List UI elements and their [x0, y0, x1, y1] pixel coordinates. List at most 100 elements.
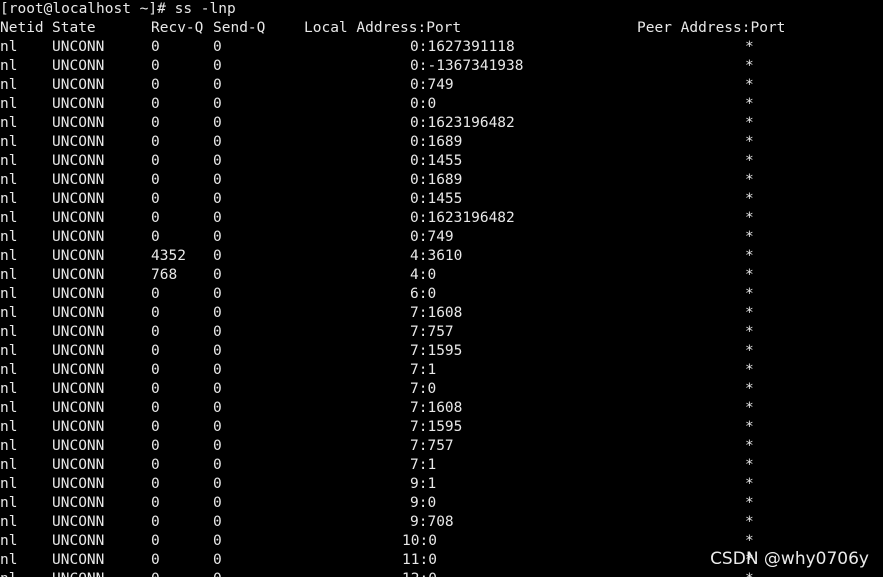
peer-address-cell: *: [745, 286, 754, 302]
sendq-cell: 0: [213, 248, 222, 264]
recvq-cell: 4352: [151, 248, 186, 264]
table-row: nl UNCONN 0 0 7:757 *: [0, 323, 883, 342]
recvq-cell: 0: [151, 381, 160, 397]
netid-cell: nl: [0, 533, 18, 549]
peer-address-cell: *: [745, 381, 754, 397]
local-address-cell: 7:757: [410, 438, 454, 454]
recvq-cell: 0: [151, 96, 160, 112]
table-row: nl UNCONN 0 0 9:0 *: [0, 494, 883, 513]
netid-cell: nl: [0, 210, 18, 226]
local-address-cell: 4:0: [410, 267, 437, 283]
state-cell: UNCONN: [52, 248, 105, 264]
local-address-cell: 0:1455: [410, 191, 463, 207]
sendq-cell: 0: [213, 457, 222, 473]
table-row: nl UNCONN 4352 0 4:3610 *: [0, 247, 883, 266]
state-cell: UNCONN: [52, 438, 105, 454]
peer-address-cell: *: [745, 438, 754, 454]
netid-cell: nl: [0, 96, 18, 112]
state-cell: UNCONN: [52, 400, 105, 416]
netid-cell: nl: [0, 570, 17, 577]
recvq-cell: 0: [151, 570, 160, 577]
netid-cell: nl: [0, 191, 18, 207]
state-cell: UNCONN: [52, 552, 105, 568]
recvq-cell: 0: [151, 172, 160, 188]
sendq-cell: 0: [213, 514, 222, 530]
recvq-cell: 0: [151, 229, 160, 245]
table-row: nl UNCONN 0 0 7:1595 *: [0, 342, 883, 361]
sendq-cell: 0: [213, 324, 222, 340]
peer-address-cell: *: [745, 305, 754, 321]
peer-address-cell: *: [745, 134, 754, 150]
peer-address-cell: *: [745, 400, 754, 416]
netid-cell: nl: [0, 457, 18, 473]
netid-cell: nl: [0, 343, 18, 359]
local-address-cell: 12:0: [402, 570, 437, 577]
state-cell: UNCONN: [52, 58, 105, 74]
state-cell: UNCONN: [52, 457, 105, 473]
sendq-cell: 0: [213, 172, 222, 188]
recvq-cell: 0: [151, 191, 160, 207]
netid-cell: nl: [0, 381, 18, 397]
local-address-cell: 0:749: [410, 77, 454, 93]
sendq-cell: 0: [213, 191, 222, 207]
local-address-cell: 0:749: [410, 229, 454, 245]
sendq-cell: 0: [213, 229, 222, 245]
terminal-window[interactable]: [root@localhost ~]# ss -lnp Netid State …: [0, 0, 883, 577]
netid-cell: nl: [0, 153, 18, 169]
sendq-cell: 0: [213, 419, 222, 435]
netid-cell: nl: [0, 172, 18, 188]
recvq-cell: 0: [151, 58, 160, 74]
netid-cell: nl: [0, 229, 18, 245]
sendq-cell: 0: [213, 343, 222, 359]
table-row: nl UNCONN 0 0 7:1608 *: [0, 304, 883, 323]
local-address-cell: 7:1: [410, 362, 437, 378]
state-cell: UNCONN: [52, 514, 105, 530]
sendq-cell: 0: [213, 210, 222, 226]
netid-cell: nl: [0, 267, 18, 283]
peer-address-cell: *: [745, 172, 754, 188]
recvq-cell: 0: [151, 305, 160, 321]
local-address-cell: 0:0: [410, 96, 437, 112]
local-address-cell: 7:1: [410, 457, 437, 473]
table-row: nl UNCONN 0 0 7:1 *: [0, 361, 883, 380]
netid-cell: nl: [0, 514, 18, 530]
state-cell: UNCONN: [52, 533, 105, 549]
local-address-cell: 7:1608: [410, 400, 463, 416]
state-cell: UNCONN: [52, 96, 105, 112]
recvq-cell: 0: [151, 153, 160, 169]
peer-address-cell: *: [745, 58, 754, 74]
sendq-cell: 0: [213, 58, 222, 74]
local-address-cell: 7:1595: [410, 343, 463, 359]
netid-cell: nl: [0, 495, 18, 511]
local-address-cell: 9:1: [410, 476, 437, 492]
peer-address-cell: *: [745, 324, 754, 340]
peer-address-cell: *: [745, 191, 754, 207]
state-cell: UNCONN: [52, 229, 105, 245]
table-row: nl UNCONN 0 0 0:-1367341938 *: [0, 57, 883, 76]
recvq-cell: 0: [151, 362, 160, 378]
local-address-cell: 9:0: [410, 495, 437, 511]
table-row: nl UNCONN 0 0 0:1623196482 *: [0, 209, 883, 228]
peer-address-cell: *: [745, 153, 754, 169]
local-address-cell: 0:1623196482: [410, 115, 515, 131]
header-netid: Netid: [0, 20, 44, 36]
table-header: Netid State Recv-Q Send-Q Local Address:…: [0, 19, 883, 38]
local-address-cell: 7:1595: [410, 419, 463, 435]
table-row: nl UNCONN 768 0 4:0 *: [0, 266, 883, 285]
local-address-cell: 11:0: [402, 552, 437, 568]
recvq-cell: 0: [151, 533, 160, 549]
state-cell: UNCONN: [52, 77, 105, 93]
table-row: nl UNCONN 0 0 0:0 *: [0, 95, 883, 114]
recvq-cell: 0: [151, 39, 160, 55]
peer-address-cell: *: [745, 39, 754, 55]
sendq-cell: 0: [213, 305, 222, 321]
table-row: nl UNCONN 0 0 7:1595 *: [0, 418, 883, 437]
peer-address-cell: *: [745, 514, 754, 530]
local-address-cell: 4:3610: [410, 248, 463, 264]
table-row: nl UNCONN 0 0 0:1627391118 *: [0, 38, 883, 57]
recvq-cell: 0: [151, 343, 160, 359]
sendq-cell: 0: [213, 362, 222, 378]
local-address-cell: 6:0: [410, 286, 437, 302]
sendq-cell: 0: [213, 77, 222, 93]
netid-cell: nl: [0, 324, 18, 340]
